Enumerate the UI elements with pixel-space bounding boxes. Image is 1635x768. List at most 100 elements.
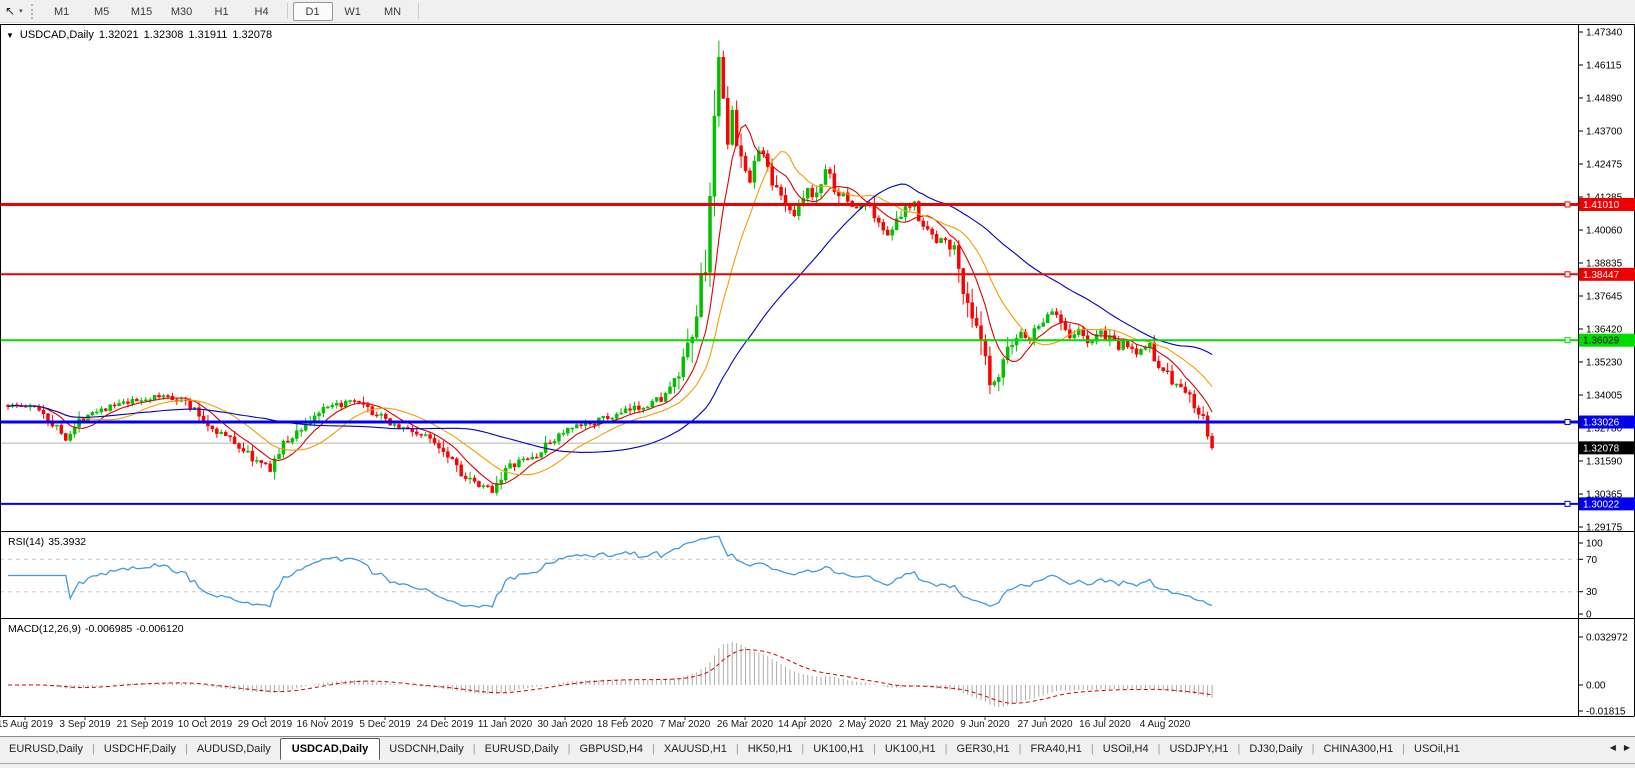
cursor-tool-button[interactable]: ↖ ▾ (2, 5, 26, 17)
timeframe-button-m15[interactable]: M15 (122, 2, 162, 21)
macd-indicator-label: MACD(12,26,9) -0.006985 -0.006120 (8, 623, 188, 635)
date-label: 27 Jun 2020 (1017, 719, 1073, 730)
main-chart-plot[interactable] (0, 24, 1578, 531)
chart-tab-eurusd-daily-0[interactable]: EURUSD,Daily (0, 739, 92, 759)
chart-symbol-period: USDCAD,Daily (19, 29, 94, 41)
chart-tab-hk50-h1-8[interactable]: HK50,H1 (739, 739, 802, 759)
timeframe-button-m30[interactable]: M30 (162, 2, 202, 21)
chart-tab-usoil-h1-17[interactable]: USOil,H1 (1405, 739, 1469, 759)
timeframe-button-mn[interactable]: MN (373, 2, 413, 21)
toolbar-divider (417, 3, 419, 19)
collapse-triangle-icon[interactable]: ▼ (6, 31, 14, 40)
rsi-tick-label: 70 (1586, 555, 1598, 566)
ohlc-open: 1.32021 (98, 29, 139, 41)
price-tick-label: 1.40060 (1586, 226, 1623, 237)
chevron-down-icon: ▾ (19, 8, 23, 15)
timeframe-toolbar: ↖ ▾ M1 M5 M15 M30 H1 H4 D1 W1 MN (0, 0, 1635, 23)
svg-text:1.33026: 1.33026 (1583, 418, 1620, 429)
svg-text:1.41010: 1.41010 (1583, 200, 1620, 211)
macd-tick-label: 0.032972 (1586, 632, 1628, 643)
current-price-badge: 1.32078 (1579, 441, 1635, 455)
price-tick-label: 1.31590 (1586, 457, 1623, 468)
rsi-indicator-label: RSI(14) 35.3932 (8, 536, 90, 548)
date-label: 14 Apr 2020 (778, 719, 832, 730)
price-tick-label: 1.37645 (1586, 292, 1623, 303)
timeframe-button-w1[interactable]: W1 (333, 2, 373, 21)
chart-tab-dj30-daily-15[interactable]: DJ30,Daily (1240, 739, 1311, 759)
date-label: 2 May 2020 (838, 719, 892, 730)
price-badge-1.36029: 1.36029 (1579, 333, 1635, 347)
rsi-tick-label: 30 (1586, 587, 1598, 598)
mt4-window: 1.473401.461151.448901.437001.424751.412… (0, 0, 1635, 768)
rsi-name: RSI(14) (8, 536, 45, 548)
date-label: 9 Jun 2020 (960, 719, 1010, 730)
date-label: 21 May 2020 (896, 719, 954, 730)
date-label: 26 Mar 2020 (716, 719, 774, 730)
chart-tab-usdjpy-h1-14[interactable]: USDJPY,H1 (1160, 739, 1237, 759)
rsi-tick-label: 100 (1586, 539, 1603, 550)
svg-text:1.30022: 1.30022 (1583, 499, 1620, 510)
macd-pane[interactable] (0, 618, 1578, 716)
chart-tab-uk100-h1-9[interactable]: UK100,H1 (804, 739, 873, 759)
macd-tick-label: 0.00 (1586, 681, 1606, 692)
chart-tab-eurusd-daily-5[interactable]: EURUSD,Daily (476, 739, 568, 759)
timeframe-button-h4[interactable]: H4 (242, 2, 282, 21)
timeframe-button-m1[interactable]: M1 (42, 2, 82, 21)
chart-tab-xauusd-h1-7[interactable]: XAUUSD,H1 (655, 739, 736, 759)
chart-tab-usdcad-daily-3[interactable]: USDCAD,Daily (279, 738, 381, 760)
date-label: 4 Aug 2020 (1139, 719, 1191, 730)
price-tick-label: 1.42475 (1586, 160, 1623, 171)
date-label: 24 Dec 2019 (416, 719, 474, 730)
time-axis: 15 Aug 2019 3 Sep 2019 21 Sep 2019 10 Oct 2… (0, 719, 1635, 735)
chart-tab-usdchf-daily-1[interactable]: USDCHF,Daily (95, 739, 185, 759)
macd-tick-label: -0.01815 (1586, 707, 1626, 718)
date-label: 15 Aug 2019 (0, 719, 54, 730)
chart-tab-uk100-h1-10[interactable]: UK100,H1 (876, 739, 945, 759)
timeframe-button-h1[interactable]: H1 (202, 2, 242, 21)
chart-tab-fra40-h1-12[interactable]: FRA40,H1 (1022, 739, 1091, 759)
ohlc-close: 1.32078 (232, 29, 273, 41)
price-tick-label: 1.47340 (1586, 28, 1623, 39)
crosshair-cursor-icon: ↖ (5, 4, 16, 18)
rsi-value: 35.3932 (48, 536, 87, 548)
price-tick-label: 1.35230 (1586, 358, 1623, 369)
chart-canvas[interactable]: 1.473401.461151.448901.437001.424751.412… (0, 0, 1635, 736)
macd-name: MACD(12,26,9) (8, 623, 81, 635)
chart-tab-gbpusd-h4-6[interactable]: GBPUSD,H4 (570, 739, 652, 759)
chart-title: ▼ USDCAD,Daily 1.32021 1.32308 1.31911 1… (6, 29, 272, 41)
svg-text:1.38447: 1.38447 (1583, 270, 1620, 281)
toolbar-divider (286, 3, 288, 19)
tab-scroll-right-icon[interactable]: ▶ (1624, 743, 1630, 752)
rsi-pane[interactable] (0, 531, 1578, 618)
price-badge-1.41010: 1.41010 (1579, 197, 1635, 211)
toolbar-drag-handle[interactable] (30, 3, 35, 19)
macd-signal-value: -0.006120 (136, 623, 184, 635)
date-label: 5 Dec 2019 (359, 719, 411, 730)
date-label: 29 Oct 2019 (237, 719, 293, 730)
chart-tab-usoil-h4-13[interactable]: USOil,H4 (1094, 739, 1158, 759)
price-badge-1.33026: 1.33026 (1579, 415, 1635, 429)
timeframe-button-m5[interactable]: M5 (82, 2, 122, 21)
timeframe-button-d1[interactable]: D1 (292, 1, 333, 21)
price-tick-label: 1.34005 (1586, 391, 1623, 402)
date-label: 10 Oct 2019 (177, 719, 233, 730)
chart-tab-usdcnh-daily-4[interactable]: USDCNH,Daily (380, 739, 473, 759)
tab-scroll-arrows: ◀ ▶ (1610, 743, 1630, 752)
ohlc-high: 1.32308 (143, 29, 184, 41)
date-label: 11 Jan 2020 (477, 719, 533, 730)
chart-tab-audusd-daily-2[interactable]: AUDUSD,Daily (188, 739, 280, 759)
chart-tab-china300-h1-16[interactable]: CHINA300,H1 (1314, 739, 1402, 759)
date-label: 3 Sep 2019 (59, 719, 111, 730)
date-label: 21 Sep 2019 (116, 719, 174, 730)
price-tick-label: 1.46115 (1586, 61, 1622, 72)
bottom-divider (0, 763, 1635, 764)
date-label: 18 Feb 2020 (596, 719, 654, 730)
svg-text:1.36029: 1.36029 (1583, 336, 1620, 347)
date-label: 16 Nov 2019 (296, 719, 354, 730)
chart-tab-ger30-h1-11[interactable]: GER30,H1 (947, 739, 1018, 759)
price-tick-label: 1.43700 (1586, 127, 1623, 138)
price-badge-1.30022: 1.30022 (1579, 497, 1635, 511)
price-tick-label: 1.44890 (1586, 94, 1623, 105)
tab-scroll-left-icon[interactable]: ◀ (1610, 743, 1616, 752)
date-label: 16 Jul 2020 (1079, 719, 1131, 730)
